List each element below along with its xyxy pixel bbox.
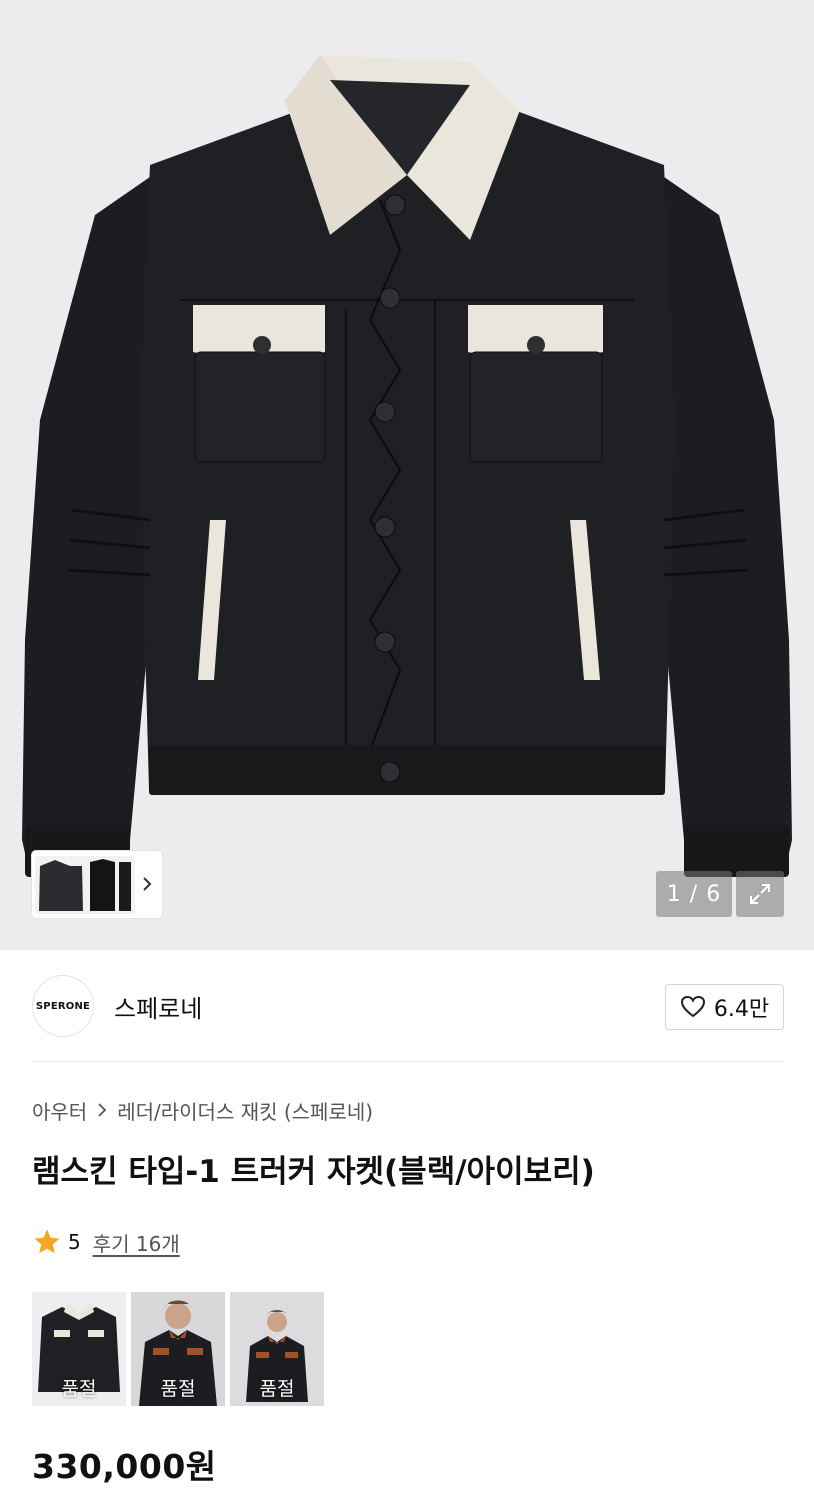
soldout-label: 품절 bbox=[259, 1378, 295, 1400]
soldout-label: 품절 bbox=[160, 1378, 196, 1400]
product-title: 램스킨 타입-1 트러커 자켓(블랙/아이보리) bbox=[32, 1154, 595, 1190]
product-price: 330,000원 bbox=[32, 1447, 217, 1486]
expand-icon bbox=[750, 884, 770, 904]
star-icon bbox=[34, 1229, 60, 1254]
chevron-right-icon[interactable] bbox=[140, 874, 154, 894]
brand-logo[interactable]: SPERONE bbox=[32, 975, 94, 1037]
breadcrumb: 아우터 레더/라이더스 재킷 (스페로네) bbox=[32, 1095, 373, 1125]
variant-option-ivory[interactable]: 품절 bbox=[32, 1292, 126, 1406]
product-image-gallery[interactable]: 1 / 6 bbox=[0, 0, 814, 950]
breadcrumb-subcategory[interactable]: 레더/라이더스 재킷 (스페로네) bbox=[117, 1096, 373, 1125]
rating-score: 5 bbox=[68, 1230, 81, 1254]
jacket-image bbox=[22, 55, 792, 877]
rating-row: 5 후기 16개 bbox=[32, 1226, 180, 1258]
image-thumbnail-strip[interactable] bbox=[32, 851, 162, 918]
variant-option-brown-model[interactable]: 품절 bbox=[131, 1292, 225, 1406]
heart-icon bbox=[680, 995, 705, 1018]
chevron-right-icon bbox=[98, 1103, 107, 1117]
like-count: 6.4만 bbox=[713, 997, 770, 1022]
breadcrumb-category[interactable]: 아우터 bbox=[32, 1096, 87, 1125]
variant-option-brown-model-2[interactable]: 품절 bbox=[230, 1292, 324, 1406]
thumbnail-jacket-front bbox=[35, 855, 135, 914]
soldout-label: 품절 bbox=[61, 1378, 97, 1400]
expand-button[interactable] bbox=[736, 871, 784, 917]
brand-row[interactable]: SPERONE 스페로네 6.4만 bbox=[32, 974, 784, 1038]
like-button[interactable]: 6.4만 bbox=[665, 984, 784, 1030]
reviews-link[interactable]: 후기 16개 bbox=[93, 1228, 180, 1257]
brand-name[interactable]: 스페로네 bbox=[114, 989, 202, 1024]
image-counter: 1 / 6 bbox=[656, 871, 732, 917]
variant-list: 품절 품절 품절 bbox=[32, 1292, 324, 1406]
divider bbox=[32, 1061, 784, 1062]
